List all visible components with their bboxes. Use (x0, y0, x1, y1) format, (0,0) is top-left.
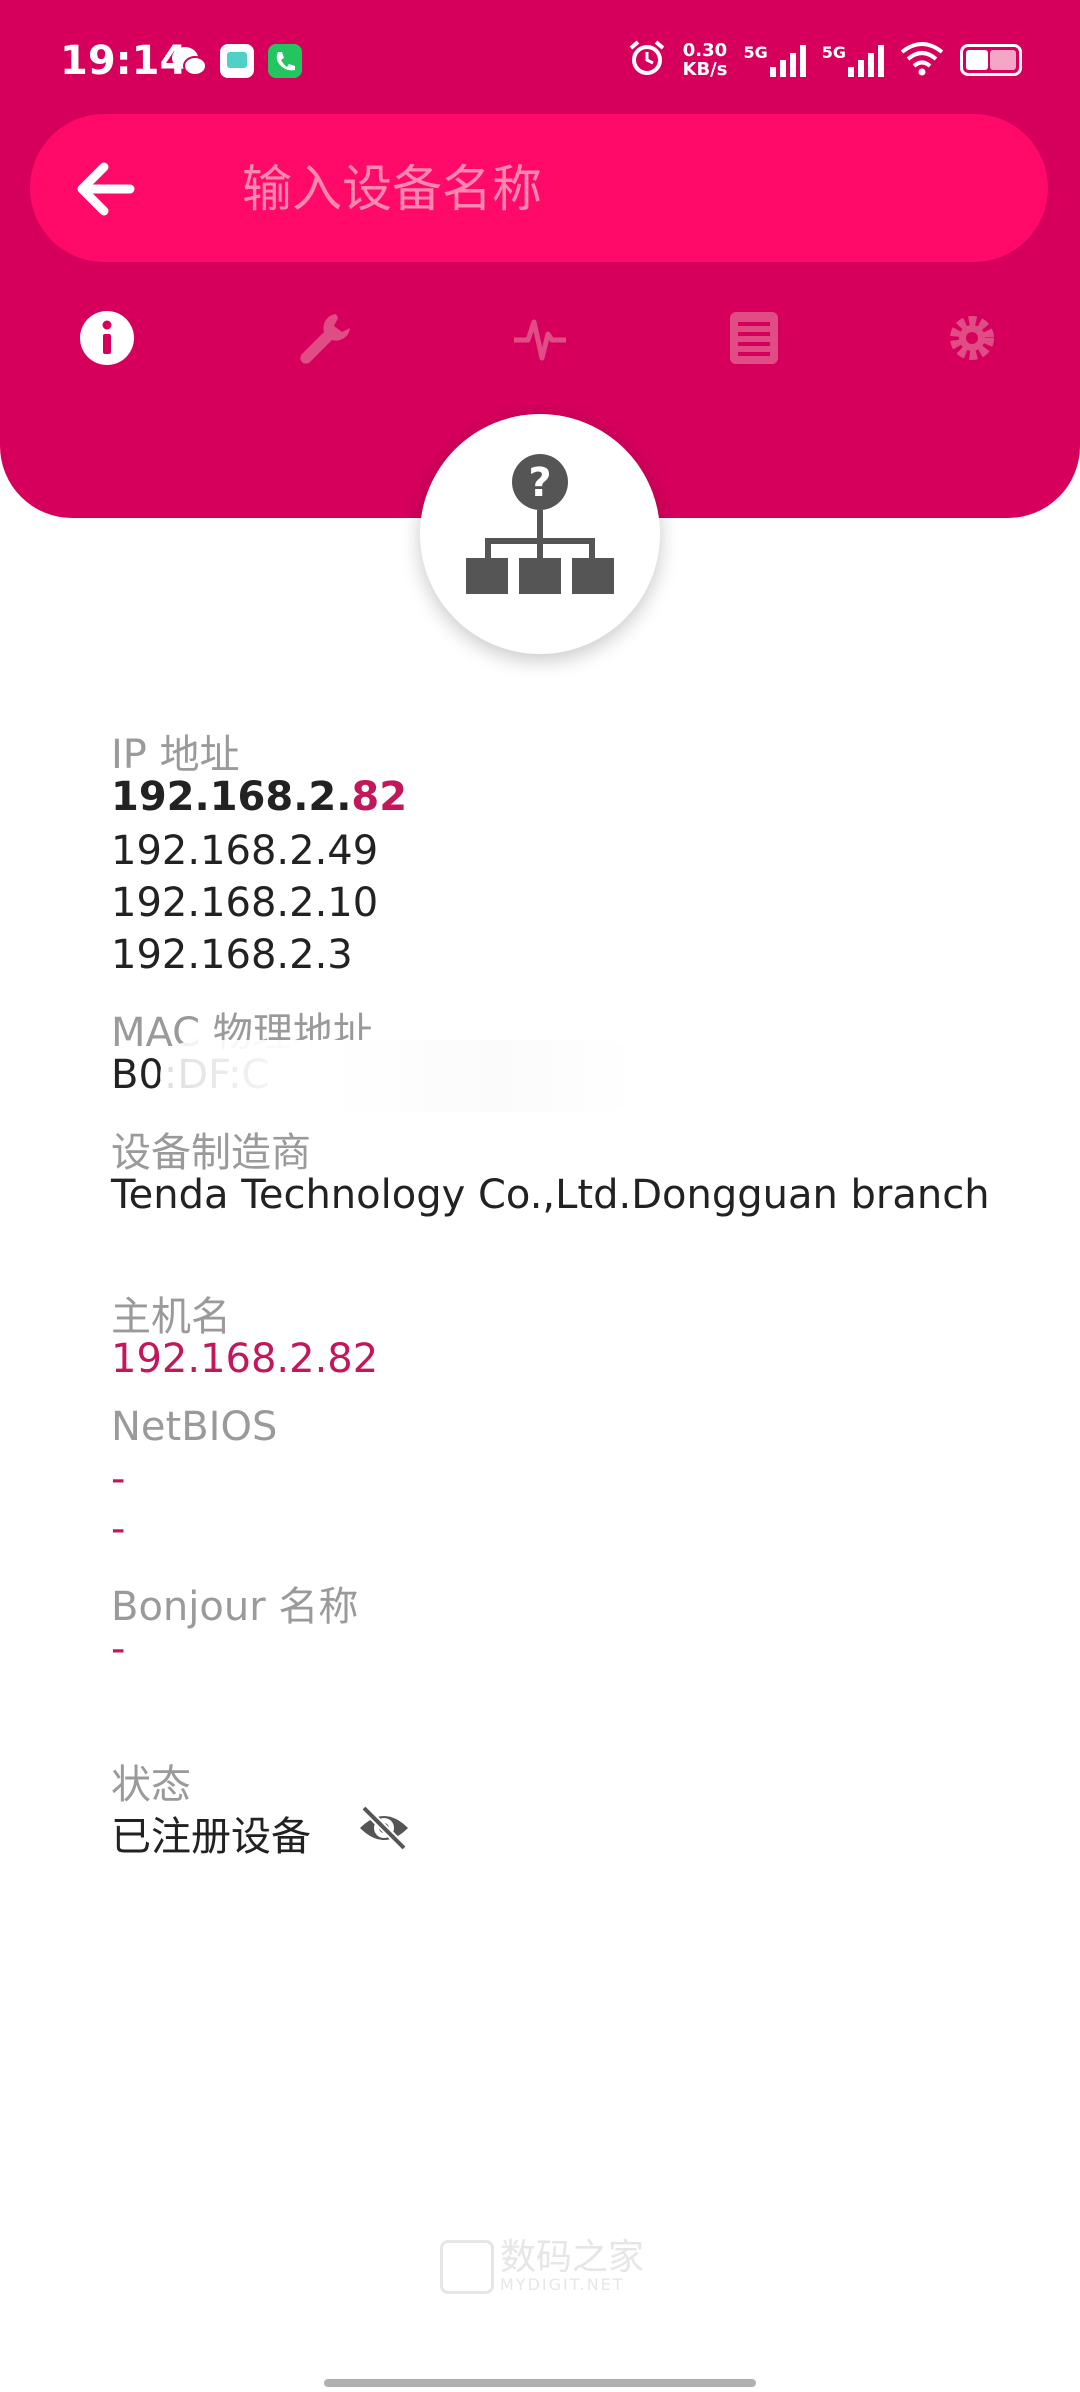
device-name-input[interactable] (240, 148, 1004, 230)
list-icon (724, 308, 784, 372)
eye-off-icon[interactable] (356, 1800, 412, 1856)
tab-tools[interactable] (276, 290, 376, 390)
vendor-label: 设备制造商 (111, 1130, 311, 1176)
notification-icon (218, 42, 256, 80)
bonjour-value: - (111, 1626, 126, 1672)
tab-list[interactable] (704, 290, 804, 390)
wrench-icon (296, 308, 356, 372)
hostname-value: 192.168.2.82 (111, 1336, 379, 1382)
notification-icons (170, 42, 304, 80)
info-icon (77, 308, 137, 372)
phone-icon (266, 42, 304, 80)
search-bar (30, 114, 1048, 262)
home-indicator[interactable] (324, 2379, 756, 2387)
status-time: 19:14 (60, 38, 188, 84)
svg-text:?: ? (528, 460, 551, 506)
back-arrow-icon[interactable] (70, 154, 140, 224)
netbios-label: NetBIOS (111, 1404, 278, 1450)
netbios-value: - (111, 1506, 126, 1552)
hostname-label: 主机名 (111, 1294, 231, 1340)
pulse-icon (510, 308, 570, 372)
vendor-value: Tenda Technology Co.,Ltd.Dongguan branch (111, 1172, 990, 1218)
tab-activity[interactable] (490, 290, 590, 390)
device-avatar: ? (420, 414, 660, 654)
netbios-value: - (111, 1456, 126, 1502)
signal-indicator-2: 5G (822, 43, 884, 77)
watermark-logo (440, 2240, 494, 2294)
battery-icon (960, 44, 1022, 76)
system-icons: 0.30 KB/s 5G 5G (627, 38, 1022, 82)
wechat-icon (170, 42, 208, 80)
status-label: 状态 (111, 1762, 191, 1808)
tab-bar (0, 290, 1080, 390)
ip-label: IP 地址 (111, 732, 240, 778)
status-value: 已注册设备 (111, 1814, 311, 1860)
signal-indicator-1: 5G (743, 43, 806, 77)
tab-settings[interactable] (922, 290, 1022, 390)
primary-ip: 192.168.2.82 (111, 774, 408, 820)
secondary-ip: 192.168.2.10 (111, 880, 379, 926)
gear-icon (942, 308, 1002, 372)
secondary-ip: 192.168.2.3 (111, 932, 353, 978)
secondary-ip: 192.168.2.49 (111, 828, 379, 874)
alarm-icon (627, 38, 667, 82)
unknown-network-device-icon: ? (460, 452, 620, 616)
bonjour-label: Bonjour 名称 (111, 1584, 359, 1630)
network-speed: 0.30 KB/s (682, 40, 728, 80)
redaction-blur (160, 1040, 640, 1112)
wifi-icon (900, 40, 944, 80)
tab-info[interactable] (57, 290, 157, 390)
status-bar: 19:14 0.30 KB/s 5G 5G (0, 0, 1080, 120)
watermark: 数码之家 MYDIGIT.NET (440, 2240, 644, 2294)
